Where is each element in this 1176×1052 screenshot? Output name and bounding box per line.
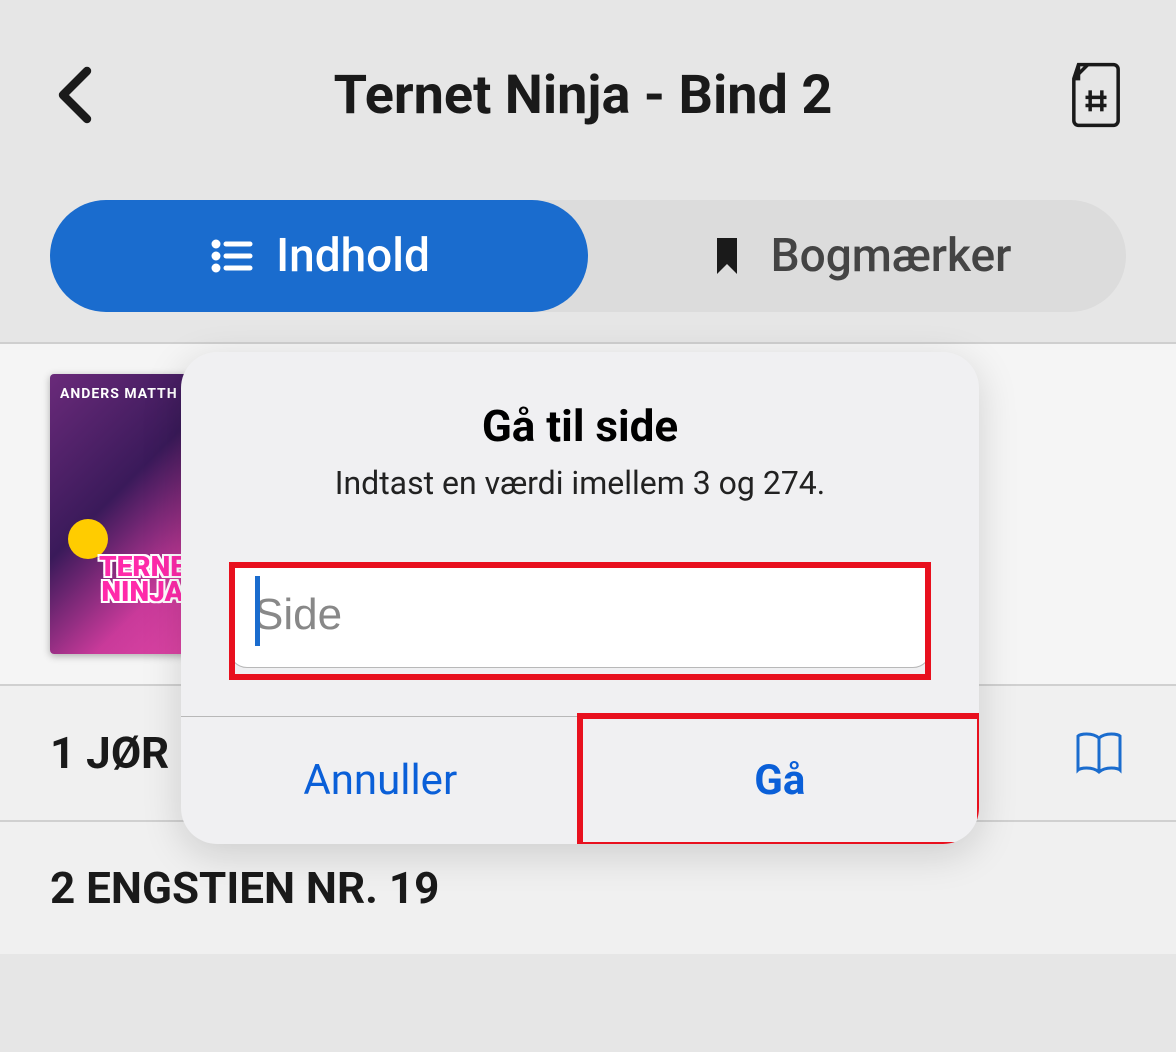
modal-subtitle: Indtast en værdi imellem 3 og 274. xyxy=(221,464,939,502)
go-highlight-box xyxy=(577,713,980,844)
cover-title: TERNE NINJA xyxy=(99,554,186,604)
modal-input-wrap xyxy=(181,522,979,716)
tab-bookmarks-label: Bogmærker xyxy=(771,229,1012,283)
input-highlight-box xyxy=(229,562,931,680)
book-open-icon[interactable] xyxy=(1072,726,1126,780)
modal-header: Gå til side Indtast en værdi imellem 3 o… xyxy=(181,352,979,522)
header: Ternet Ninja - Bind 2 xyxy=(0,0,1176,170)
list-icon xyxy=(208,232,256,280)
tab-contents-label: Indhold xyxy=(276,229,430,283)
modal-title: Gå til side xyxy=(221,400,939,452)
cancel-button[interactable]: Annuller xyxy=(181,717,581,844)
page-title: Ternet Ninja - Bind 2 xyxy=(100,64,1066,127)
bookmark-icon xyxy=(703,232,751,280)
text-cursor xyxy=(255,576,260,646)
modal-buttons: Annuller Gå xyxy=(181,716,979,844)
go-to-page-modal: Gå til side Indtast en værdi imellem 3 o… xyxy=(181,352,979,844)
tab-contents[interactable]: Indhold xyxy=(50,200,588,312)
chapter-label: 1 JØR xyxy=(50,727,169,779)
page-number-icon[interactable] xyxy=(1066,60,1126,130)
back-icon[interactable] xyxy=(50,65,100,125)
chapter-label: 2 ENGSTIEN NR. 19 xyxy=(50,862,439,914)
tab-bookmarks[interactable]: Bogmærker xyxy=(588,200,1126,312)
cover-author: ANDERS MATTH xyxy=(60,386,178,402)
tabs-container: Indhold Bogmærker xyxy=(50,200,1126,312)
go-button[interactable]: Gå xyxy=(581,717,980,844)
cancel-button-label: Annuller xyxy=(303,756,457,805)
